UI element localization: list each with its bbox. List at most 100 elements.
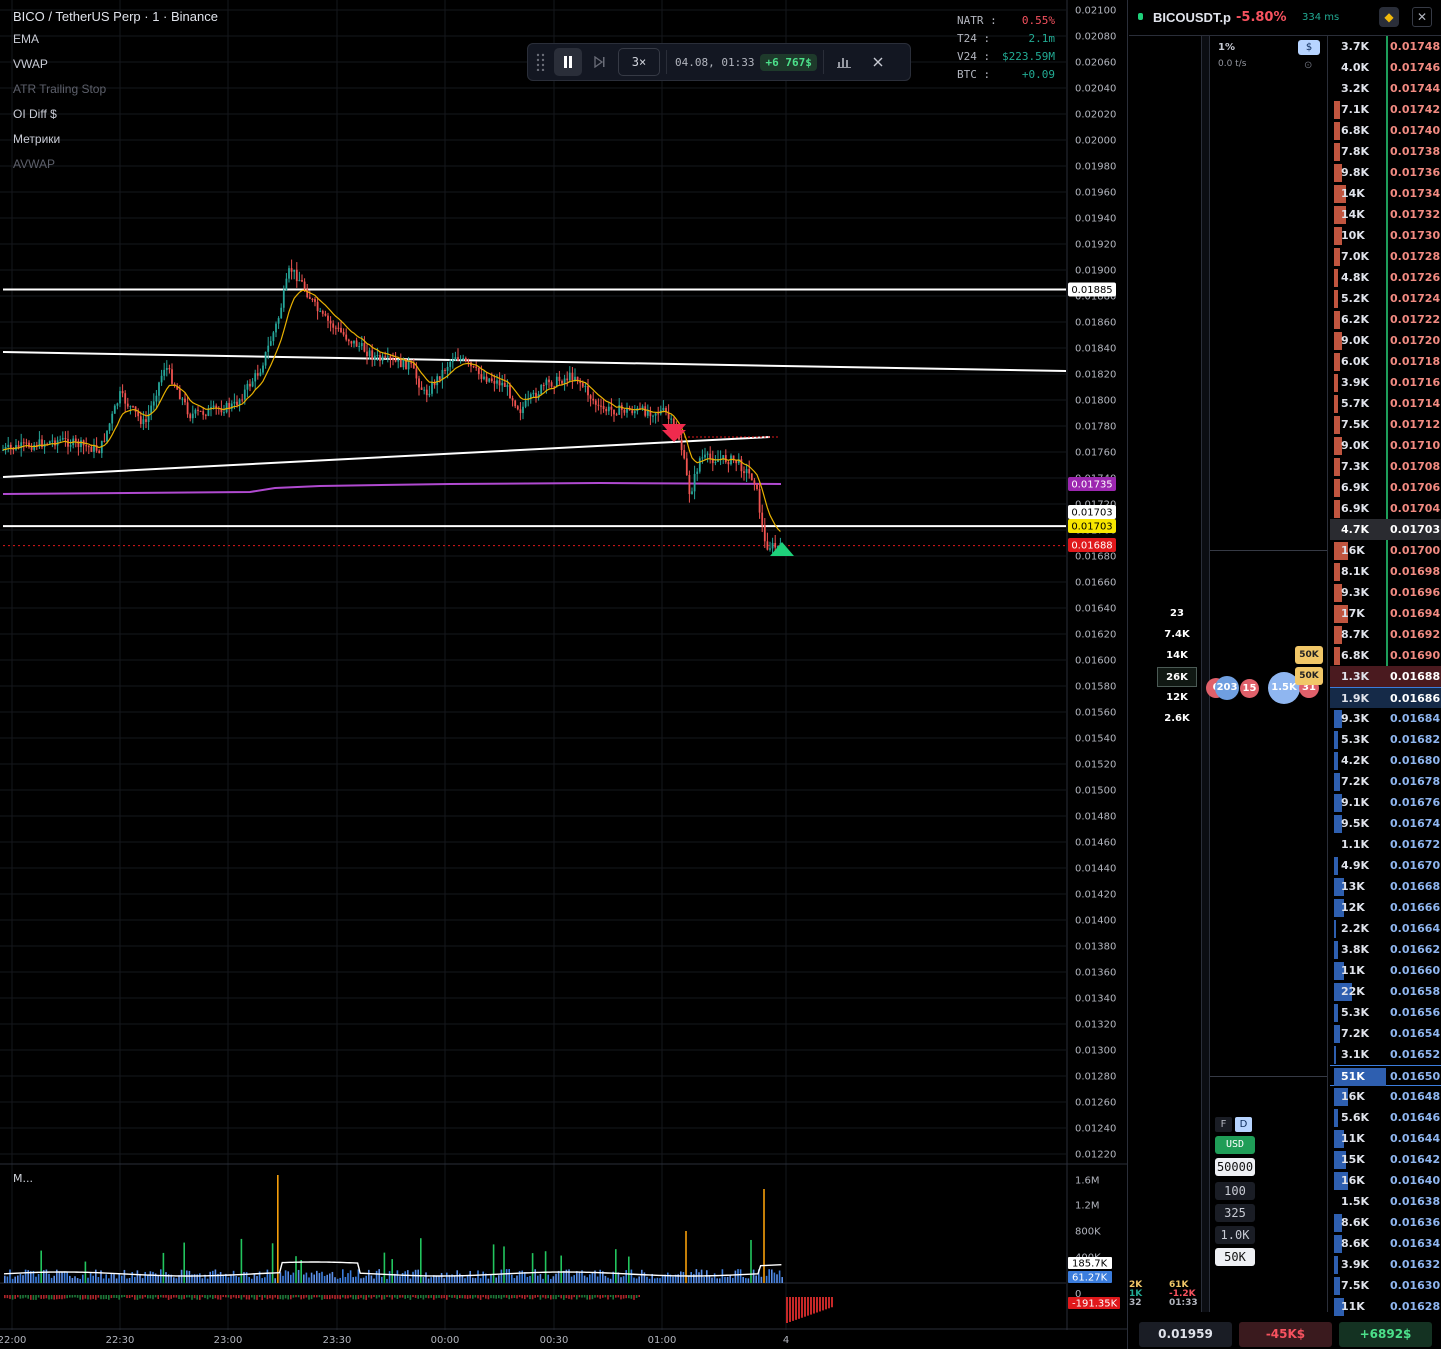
ladder-row[interactable]: 7.0K 0.01728 <box>1330 246 1441 267</box>
size-filter-1[interactable]: 50000 <box>1215 1158 1255 1176</box>
indicator-3[interactable]: OI Diff $ <box>13 106 106 131</box>
binance-icon[interactable]: ◆ <box>1379 7 1399 27</box>
size-filter-5[interactable]: 50K <box>1215 1248 1255 1266</box>
ladder-row[interactable]: 9.1K 0.01676 <box>1330 792 1441 813</box>
size-filter-3[interactable]: 325 <box>1215 1204 1255 1222</box>
ladder-row[interactable]: 12K 0.01666 <box>1330 897 1441 918</box>
stats-button[interactable] <box>830 48 858 76</box>
mode-d-button[interactable]: D <box>1235 1117 1252 1132</box>
ladder-row[interactable]: 9.3K 0.01684 <box>1330 708 1441 729</box>
drag-handle-icon[interactable] <box>534 48 548 76</box>
ladder-row[interactable]: 5.7K 0.01714 <box>1330 393 1441 414</box>
ladder-row[interactable]: 3.1K 0.01652 <box>1330 1044 1441 1065</box>
ladder-row[interactable]: 6.8K 0.01740 <box>1330 120 1441 141</box>
ladder-row[interactable]: 3.9K 0.01632 <box>1330 1254 1441 1275</box>
settings-icon[interactable]: ⊙ <box>1304 60 1312 71</box>
price-ladder[interactable]: 3.7K 0.01748 4.0K 0.01746 3.2K 0.01744 7.1K 0.0… <box>1330 36 1441 1316</box>
ladder-row[interactable]: 1.1K 0.01672 <box>1330 834 1441 855</box>
ladder-row[interactable]: 1.3K 0.01688 <box>1330 666 1441 687</box>
ladder-row[interactable]: 5.3K 0.01656 <box>1330 1002 1441 1023</box>
ladder-row[interactable]: 8.6K 0.01634 <box>1330 1233 1441 1254</box>
ladder-row[interactable]: 17K 0.01694 <box>1330 603 1441 624</box>
ladder-row[interactable]: 9.5K 0.01674 <box>1330 813 1441 834</box>
indicator-5[interactable]: AVWAP <box>13 156 106 181</box>
oi-bar <box>412 1295 414 1298</box>
ladder-row[interactable]: 3.9K 0.01716 <box>1330 372 1441 393</box>
indicator-1[interactable]: VWAP <box>13 56 106 81</box>
ladder-row[interactable]: 1.9K 0.01686 <box>1330 687 1441 708</box>
candle <box>80 440 82 447</box>
price-chart[interactable]: 0.02100 0.02080 0.02060 0.02040 0.02020 0.020… <box>0 0 1128 1349</box>
size-filter-2[interactable]: 100 <box>1215 1182 1255 1200</box>
footer-gain-button[interactable]: +6892$ <box>1339 1322 1432 1347</box>
candle <box>511 398 514 401</box>
ladder-row[interactable]: 9.8K 0.01736 <box>1330 162 1441 183</box>
ladder-row[interactable]: 4.2K 0.01680 <box>1330 750 1441 771</box>
close-replay-button[interactable] <box>864 48 892 76</box>
ladder-row[interactable]: 8.7K 0.01692 <box>1330 624 1441 645</box>
ladder-row[interactable]: 9.3K 0.01696 <box>1330 582 1441 603</box>
ladder-row[interactable]: 14K 0.01732 <box>1330 204 1441 225</box>
ladder-row[interactable]: 11K 0.01660 <box>1330 960 1441 981</box>
ladder-row[interactable]: 7.5K 0.01712 <box>1330 414 1441 435</box>
ladder-row[interactable]: 11K 0.01644 <box>1330 1128 1441 1149</box>
order-price: 0.01638 <box>1390 1195 1441 1208</box>
size-filter-4[interactable]: 1.0K <box>1215 1226 1255 1244</box>
ladder-row[interactable]: 3.7K 0.01748 <box>1330 36 1441 57</box>
ladder-row[interactable]: 5.6K 0.01646 <box>1330 1107 1441 1128</box>
ladder-row[interactable]: 13K 0.01668 <box>1330 876 1441 897</box>
ladder-row[interactable]: 4.0K 0.01746 <box>1330 57 1441 78</box>
ladder-row[interactable]: 6.9K 0.01706 <box>1330 477 1441 498</box>
ladder-row[interactable]: 3.2K 0.01744 <box>1330 78 1441 99</box>
ladder-row[interactable]: 14K 0.01734 <box>1330 183 1441 204</box>
ladder-row[interactable]: 1.5K 0.01638 <box>1330 1191 1441 1212</box>
ladder-row[interactable]: 9.0K 0.01710 <box>1330 435 1441 456</box>
footer-price[interactable]: 0.01959 <box>1139 1322 1232 1347</box>
ladder-row[interactable]: 7.2K 0.01654 <box>1330 1023 1441 1044</box>
chart-canvas[interactable]: 0.02100 0.02080 0.02060 0.02040 0.02020 0.020… <box>0 0 1128 1349</box>
ladder-row[interactable]: 16K 0.01700 <box>1330 540 1441 561</box>
order-size: 16K <box>1341 1090 1365 1103</box>
ladder-row[interactable]: 7.3K 0.01708 <box>1330 456 1441 477</box>
ladder-row[interactable]: 7.5K 0.01630 <box>1330 1275 1441 1296</box>
indicator-4[interactable]: Метрики <box>13 131 106 156</box>
ladder-row[interactable]: 15K 0.01642 <box>1330 1149 1441 1170</box>
ladder-row[interactable]: 16K 0.01640 <box>1330 1170 1441 1191</box>
footer-loss-button[interactable]: -45K$ <box>1239 1322 1332 1347</box>
ladder-row[interactable]: 3.8K 0.01662 <box>1330 939 1441 960</box>
ladder-row[interactable]: 16K 0.01648 <box>1330 1086 1441 1107</box>
ladder-row[interactable]: 8.1K 0.01698 <box>1330 561 1441 582</box>
ladder-row[interactable]: 22K 0.01658 <box>1330 981 1441 1002</box>
ladder-row[interactable]: 10K 0.01730 <box>1330 225 1441 246</box>
ladder-row[interactable]: 6.0K 0.01718 <box>1330 351 1441 372</box>
mode-f-button[interactable]: F <box>1215 1117 1232 1132</box>
close-panel-button[interactable]: ✕ <box>1412 7 1432 27</box>
ladder-row[interactable]: 7.2K 0.01678 <box>1330 771 1441 792</box>
ladder-row[interactable]: 9.0K 0.01720 <box>1330 330 1441 351</box>
ladder-row[interactable]: 6.9K 0.01704 <box>1330 498 1441 519</box>
ladder-row[interactable]: 7.8K 0.01738 <box>1330 141 1441 162</box>
ladder-row[interactable]: 51K 0.01650 <box>1330 1065 1441 1086</box>
ladder-row[interactable]: 2.2K 0.01664 <box>1330 918 1441 939</box>
indicator-2[interactable]: ATR Trailing Stop <box>13 81 106 106</box>
ladder-row[interactable]: 5.2K 0.01724 <box>1330 288 1441 309</box>
oi-bar <box>451 1295 453 1298</box>
order-size: 9.3K <box>1341 586 1370 599</box>
step-forward-button[interactable] <box>588 48 612 76</box>
volume-bar <box>331 1271 334 1283</box>
pause-button[interactable] <box>554 48 582 76</box>
ladder-row[interactable]: 6.8K 0.01690 <box>1330 645 1441 666</box>
symbol-name[interactable]: BICOUSDT.p <box>1153 10 1231 25</box>
ladder-row[interactable]: 4.8K 0.01726 <box>1330 267 1441 288</box>
ladder-row[interactable]: 5.3K 0.01682 <box>1330 729 1441 750</box>
candle <box>477 367 480 375</box>
usd-toggle[interactable]: $ <box>1298 40 1320 55</box>
ladder-row[interactable]: 4.9K 0.01670 <box>1330 855 1441 876</box>
ladder-row[interactable]: 7.1K 0.01742 <box>1330 99 1441 120</box>
size-filter-0[interactable]: USD <box>1215 1136 1255 1154</box>
speed-button[interactable]: 3× <box>618 48 660 76</box>
ladder-row[interactable]: 8.6K 0.01636 <box>1330 1212 1441 1233</box>
ladder-row[interactable]: 4.7K 0.01703 <box>1330 519 1441 540</box>
ladder-row[interactable]: 6.2K 0.01722 <box>1330 309 1441 330</box>
indicator-0[interactable]: EMA <box>13 31 106 56</box>
